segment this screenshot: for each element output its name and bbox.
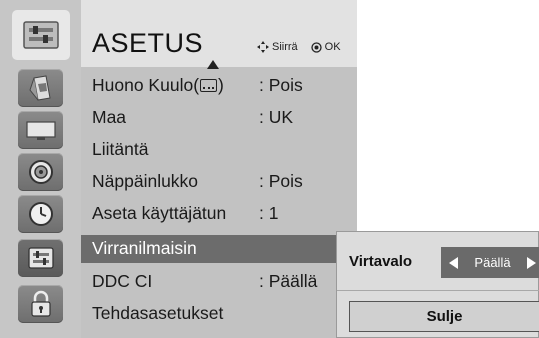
menu-title: ASETUS [92, 28, 204, 58]
menu-item-label: Liitäntä [92, 139, 149, 159]
menu-item-label-text: Huono Kuulo( [92, 75, 200, 95]
tv-icon [18, 111, 63, 149]
menu-item-virranilmaisin[interactable]: Virranilmaisin [81, 235, 357, 263]
time-icon [18, 195, 63, 233]
power-indicator-popup: Virtavalo Päällä Sulje [336, 231, 539, 338]
nav-ok-label: OK [324, 41, 341, 53]
arrow-left-icon[interactable] [449, 256, 458, 269]
menu-item-label: Aseta käyttäjätun [92, 203, 227, 223]
menu-item-label: Huono Kuulo() [92, 75, 224, 96]
sidebar-item-time[interactable] [0, 194, 81, 234]
setup-icon [11, 10, 70, 60]
picture-icon [18, 69, 63, 107]
audio-icon [18, 153, 63, 191]
category-sidebar [0, 0, 81, 338]
menu-item-label: Näppäinlukko [92, 171, 199, 191]
sidebar-item-option[interactable] [0, 236, 81, 280]
sidebar-item-audio[interactable] [0, 152, 81, 192]
menu-item-liitanta[interactable]: Liitäntä [81, 135, 357, 165]
menu-item-ddc-ci[interactable]: DDC CI : Päällä [81, 267, 357, 297]
menu-item-value: : UK [259, 107, 294, 127]
close-button[interactable]: Sulje [349, 301, 539, 332]
subtitle-icon [200, 79, 218, 92]
menu-item-label-suffix: ) [218, 75, 224, 95]
arrow-right-icon[interactable] [526, 256, 536, 269]
scroll-up-icon[interactable] [207, 60, 219, 69]
menu-item-aseta-kayttajatun[interactable]: Aseta käyttäjätun : 1 [81, 199, 357, 229]
menu-item-huono-kuulo[interactable]: Huono Kuulo() : Pois [81, 71, 357, 101]
popup-divider [337, 290, 539, 291]
nav-move-label: Siirrä [272, 41, 298, 53]
menu-item-label: Virranilmaisin [92, 238, 197, 258]
lock-icon [18, 285, 63, 323]
menu-item-tehdasasetukset[interactable]: Tehdasasetukset [81, 299, 357, 329]
virtavalo-label: Virtavalo [349, 253, 413, 270]
sidebar-item-picture[interactable] [0, 68, 81, 108]
four-way-arrow-icon [257, 41, 269, 53]
menu-item-label: DDC CI [92, 271, 153, 291]
setup-menu-screen: ASETUS Siirrä OK Huono Kuulo() : Pois Ma… [0, 0, 539, 338]
menu-item-nappainlukko[interactable]: Näppäinlukko : Pois [81, 167, 357, 197]
ok-dot-icon [311, 41, 322, 53]
menu-item-label: Maa [92, 107, 127, 127]
menu-item-maa[interactable]: Maa : UK [81, 103, 357, 133]
menu-item-value: : Päällä [259, 271, 318, 291]
menu-item-value: : Pois [259, 75, 303, 95]
virtavalo-row: Virtavalo Päällä [337, 244, 539, 280]
menu-item-value: : 1 [259, 203, 279, 223]
menu-item-value: : Pois [259, 171, 303, 191]
sidebar-item-lock[interactable] [0, 282, 81, 326]
sidebar-item-tv[interactable] [0, 110, 81, 150]
virtavalo-selector[interactable]: Päällä [441, 247, 539, 278]
option-icon [18, 239, 63, 277]
menu-item-label: Tehdasasetukset [92, 303, 224, 323]
nav-hint: Siirrä OK [257, 41, 341, 53]
sidebar-item-setup[interactable] [0, 3, 81, 67]
virtavalo-value: Päällä [474, 255, 511, 270]
